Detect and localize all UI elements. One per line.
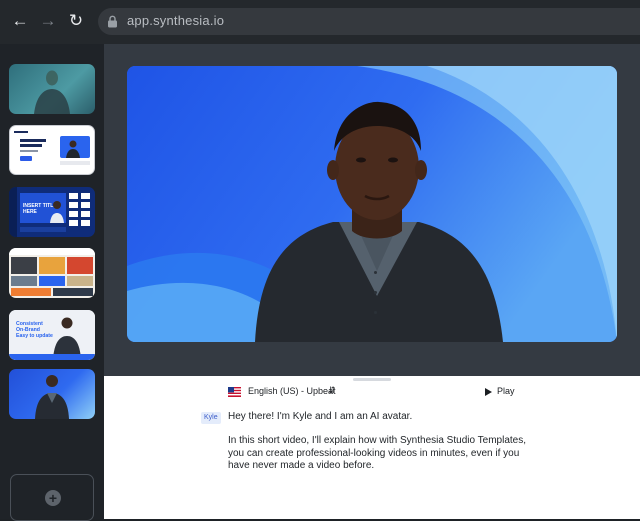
language-label: English (US) - Upbeat	[248, 386, 336, 396]
script-editor: English (US) - Upbeat ⇵ Play Kyle Hey th…	[104, 376, 640, 519]
svg-text:Easy to update: Easy to update	[16, 333, 53, 339]
us-flag-icon	[228, 387, 241, 397]
script-text[interactable]: Hey there! I'm Kyle and I am an AI avata…	[228, 411, 528, 472]
forward-icon[interactable]: →	[37, 10, 59, 32]
add-slide-button[interactable]: +	[10, 474, 94, 521]
studio-editor-preview: INSERT TITLE HERE	[9, 187, 90, 237]
slide-sidebar: INSERT TITLE HERE Consistent On-Brand Ea…	[0, 44, 104, 521]
slide-thumbnail-2[interactable]	[9, 125, 95, 175]
speaker-tag[interactable]: Kyle	[201, 412, 221, 424]
address-bar[interactable]: app.synthesia.io	[98, 8, 640, 35]
template-preview	[14, 131, 90, 165]
reload-icon[interactable]: ↻	[65, 10, 87, 32]
slide-thumbnail-1[interactable]	[9, 64, 95, 114]
chevron-updown-icon: ⇵	[328, 385, 336, 395]
lock-icon	[108, 15, 117, 28]
script-paragraph: In this short video, I'll explain how wi…	[228, 435, 526, 471]
plus-icon: +	[45, 490, 61, 506]
title-avatar-preview: Consistent On-Brand Easy to update	[9, 310, 95, 360]
script-paragraph: Hey there! I'm Kyle and I am an AI avata…	[228, 411, 413, 422]
canvas-area	[104, 44, 640, 376]
slide-thumbnail-5[interactable]: Consistent On-Brand Easy to update	[9, 310, 95, 360]
play-icon	[485, 388, 492, 396]
avatar-figure	[34, 70, 70, 114]
video-preview[interactable]	[127, 66, 617, 342]
back-icon[interactable]: ←	[9, 10, 31, 32]
avatar-figure	[35, 375, 69, 419]
avatar-scene	[127, 66, 617, 342]
slide-thumbnail-3[interactable]: INSERT TITLE HERE	[9, 187, 95, 237]
browser-toolbar: ← → ↻ app.synthesia.io	[0, 0, 640, 44]
play-label: Play	[497, 386, 515, 396]
slide-thumbnail-6[interactable]	[9, 369, 95, 419]
resize-handle[interactable]	[353, 378, 391, 381]
news-grid-preview	[9, 248, 95, 296]
slide-thumbnail-4[interactable]	[9, 248, 95, 298]
svg-text:HERE: HERE	[23, 209, 38, 215]
url-text: app.synthesia.io	[127, 13, 225, 28]
